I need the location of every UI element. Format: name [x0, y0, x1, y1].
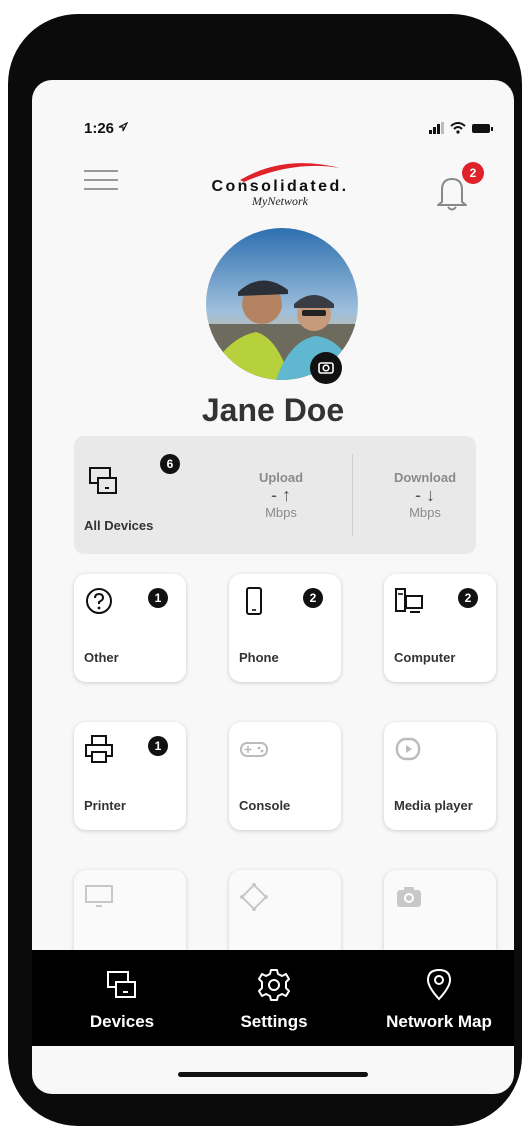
monitor-icon — [85, 885, 113, 907]
all-devices-label[interactable]: All Devices — [84, 518, 153, 533]
all-devices-count-badge: 6 — [160, 454, 180, 474]
download-unit: Mbps — [409, 505, 441, 520]
upload-label: Upload — [258, 470, 304, 485]
phone-frame: 1:26 Consolidated. MyNetwork 2 Jane Doe … — [8, 14, 522, 1126]
category-tile-printer[interactable]: 1 Printer — [74, 722, 186, 830]
wifi-icon — [450, 122, 466, 134]
brand-logo: Consolidated. MyNetwork — [190, 162, 370, 212]
nav-label: Network Map — [386, 1012, 492, 1031]
category-label: Phone — [239, 650, 279, 665]
upload-rate: Upload - ↑ Mbps — [226, 470, 336, 520]
category-tile-console[interactable]: Console — [229, 722, 341, 830]
category-label: Other — [84, 650, 119, 665]
category-tile-computer[interactable]: 2 Computer — [384, 574, 496, 682]
category-label: Media player — [394, 798, 473, 813]
category-tile-media-player[interactable]: Media player — [384, 722, 496, 830]
category-count-badge: 2 — [458, 588, 478, 608]
category-count-badge: 2 — [303, 588, 323, 608]
category-tile-other[interactable]: 1 Other — [74, 574, 186, 682]
nav-network-map[interactable]: Network Map — [368, 950, 510, 1046]
category-count-badge: 1 — [148, 588, 168, 608]
question-circle-icon — [86, 588, 112, 614]
profile-name: Jane Doe — [201, 392, 345, 428]
nav-label: Devices — [89, 1012, 155, 1031]
app-header: Consolidated. MyNetwork 2 — [32, 162, 514, 222]
status-icons — [429, 122, 493, 134]
battery-icon — [472, 123, 493, 133]
down-arrow-icon: ↓ — [426, 485, 435, 505]
summary-divider — [352, 454, 353, 536]
gamepad-icon — [240, 742, 268, 757]
notification-badge: 2 — [462, 162, 484, 184]
hamburger-menu-icon[interactable] — [84, 170, 118, 190]
network-summary-card: 6 All Devices Upload - ↑ Mbps Download -… — [74, 436, 476, 554]
status-bar: 1:26 — [32, 120, 514, 142]
nav-settings[interactable]: Settings — [214, 950, 334, 1046]
upload-unit: Mbps — [265, 505, 297, 520]
signal-icon — [429, 122, 444, 134]
media-player-icon — [395, 737, 421, 761]
location-arrow-icon — [118, 121, 129, 132]
home-indicator[interactable] — [178, 1072, 368, 1077]
phone-icon — [246, 587, 262, 615]
status-time: 1:26 — [84, 120, 129, 137]
category-count-badge: 1 — [148, 736, 168, 756]
category-label: Console — [239, 798, 291, 813]
camera-icon — [397, 887, 421, 907]
nav-devices[interactable]: Devices — [62, 950, 182, 1046]
smart-hub-icon — [240, 883, 268, 911]
map-pin-icon — [426, 968, 452, 1001]
printer-icon — [85, 735, 113, 763]
bottom-nav-bar: Devices Settings Network Map — [32, 950, 514, 1046]
computer-icon — [395, 588, 423, 613]
download-rate: Download - ↓ Mbps — [370, 470, 480, 520]
brand-subtitle: MyNetwork — [252, 194, 308, 208]
gear-icon — [258, 969, 290, 1001]
camera-icon — [318, 362, 334, 374]
category-label: Computer — [394, 650, 456, 665]
devices-icon[interactable] — [88, 466, 120, 496]
up-arrow-icon: ↑ — [282, 485, 291, 505]
upload-value: - — [270, 485, 277, 505]
category-label: Printer — [84, 798, 126, 813]
app-screen: 1:26 Consolidated. MyNetwork 2 Jane Doe … — [32, 80, 514, 1094]
nav-label: Settings — [240, 1012, 308, 1031]
category-tile-phone[interactable]: 2 Phone — [229, 574, 341, 682]
change-photo-button[interactable] — [310, 352, 342, 384]
devices-icon — [107, 971, 136, 998]
download-value: - — [414, 485, 421, 505]
download-label: Download — [393, 470, 457, 485]
